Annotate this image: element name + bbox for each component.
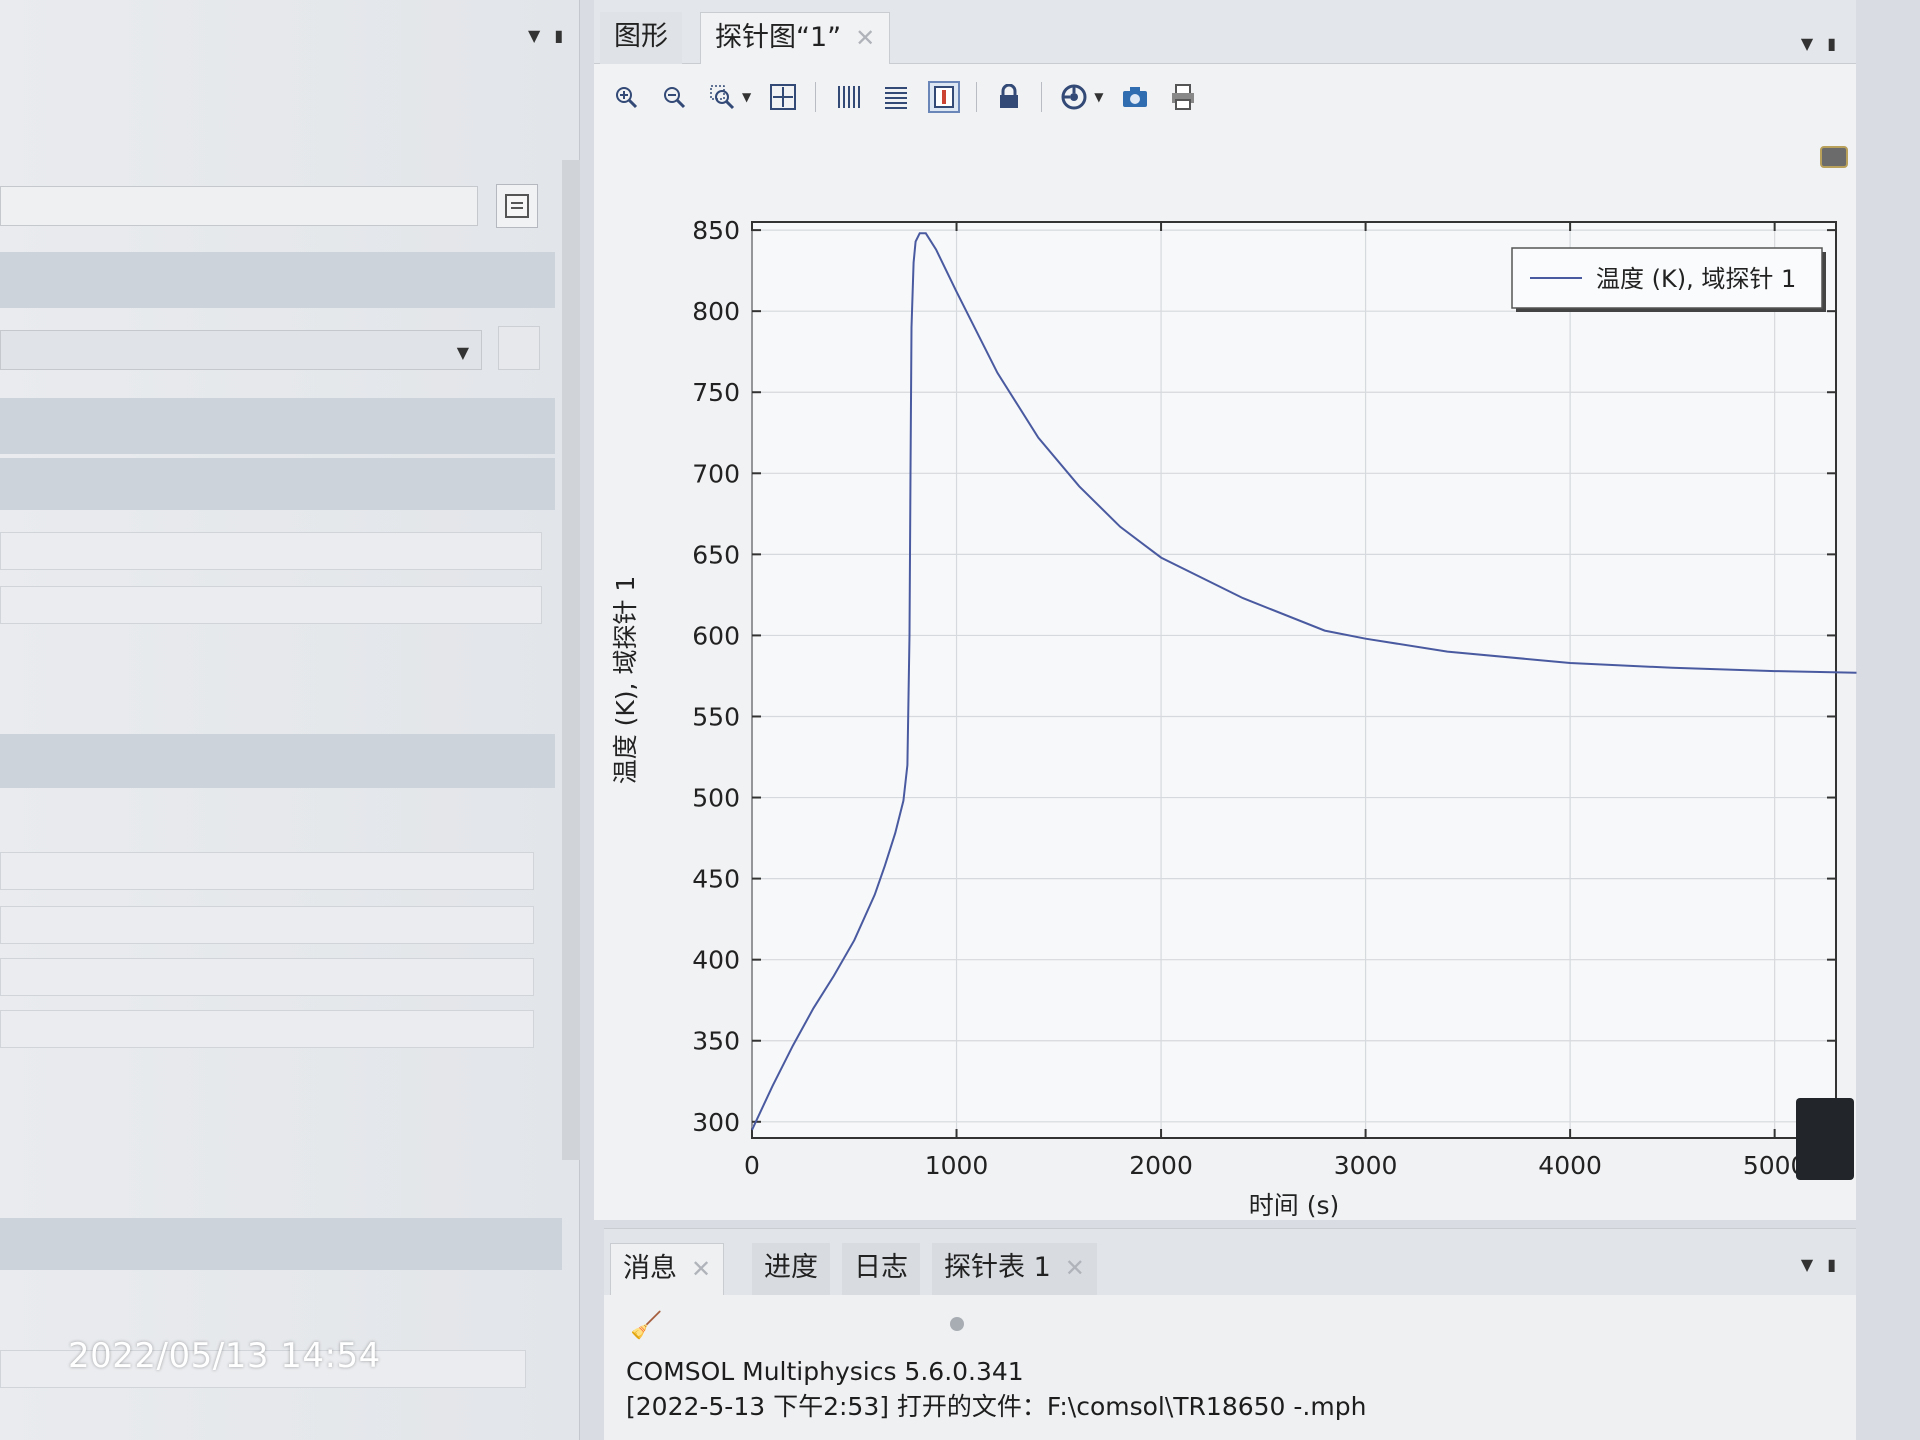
y-tick-label: 300	[692, 1108, 740, 1137]
section-header-band[interactable]	[0, 1218, 562, 1270]
y-axis-label: 温度 (K), 域探针 1	[611, 576, 640, 785]
y-tick-label: 450	[692, 865, 740, 894]
panel-menu-dropdown-icon[interactable]: ▼	[1801, 1255, 1813, 1274]
legend-label: 温度 (K), 域探针 1	[1596, 265, 1796, 293]
messages-panel: 消息 ✕ 进度 日志 探针表 1 ✕ ▼ ▮ 🧹 COMSOL Multiphysi…	[604, 1228, 1856, 1440]
probe-plot[interactable]: 0 1000 2000 3000 4000 50003003504004505005506…	[0, 0, 1920, 1220]
x-tick-label: 3000	[1334, 1151, 1398, 1180]
y-tick-label: 400	[692, 946, 740, 975]
x-tick-label: 1000	[925, 1151, 989, 1180]
tab-label: 探针表 1	[944, 1252, 1051, 1283]
y-tick-label: 550	[692, 702, 740, 731]
tab-label: 消息	[623, 1253, 677, 1284]
y-tick-label: 500	[692, 784, 740, 813]
tab-log[interactable]: 日志	[842, 1243, 920, 1295]
pin-icon[interactable]: ▮	[1827, 1255, 1836, 1274]
plot-area	[751, 221, 1837, 1139]
x-tick-label: 2000	[1129, 1151, 1193, 1180]
y-tick-label: 350	[692, 1027, 740, 1056]
y-tick-label: 800	[692, 297, 740, 326]
panel-controls: ▼ ▮	[1801, 1255, 1836, 1274]
clear-messages-icon[interactable]: 🧹	[630, 1311, 662, 1341]
y-tick-label: 700	[692, 459, 740, 488]
close-icon[interactable]: ✕	[691, 1255, 711, 1283]
x-tick-label: 4000	[1538, 1151, 1602, 1180]
photo-timestamp: 2022/05/13 14:54	[68, 1336, 381, 1376]
y-tick-label: 850	[692, 216, 740, 245]
status-dot	[950, 1317, 964, 1331]
tab-progress[interactable]: 进度	[752, 1243, 830, 1295]
x-tick-label: 0	[744, 1151, 760, 1180]
messages-tabbar: 消息 ✕ 进度 日志 探针表 1 ✕ ▼ ▮	[604, 1229, 1856, 1295]
y-tick-label: 750	[692, 378, 740, 407]
tab-label: 进度	[764, 1252, 818, 1283]
y-tick-label: 600	[692, 621, 740, 650]
tab-label: 日志	[854, 1252, 908, 1283]
tab-probe-table[interactable]: 探针表 1 ✕	[932, 1243, 1097, 1295]
y-tick-label: 650	[692, 540, 740, 569]
window-resize-handle[interactable]	[1796, 1098, 1854, 1180]
tab-messages[interactable]: 消息 ✕	[610, 1243, 725, 1295]
x-axis-label: 时间 (s)	[1249, 1191, 1339, 1220]
close-icon[interactable]: ✕	[1065, 1254, 1085, 1282]
message-line: [2022-5-13 下午2:53] 打开的文件：F:\comsol\TR186…	[626, 1392, 1367, 1421]
message-line: COMSOL Multiphysics 5.6.0.341	[626, 1357, 1024, 1386]
